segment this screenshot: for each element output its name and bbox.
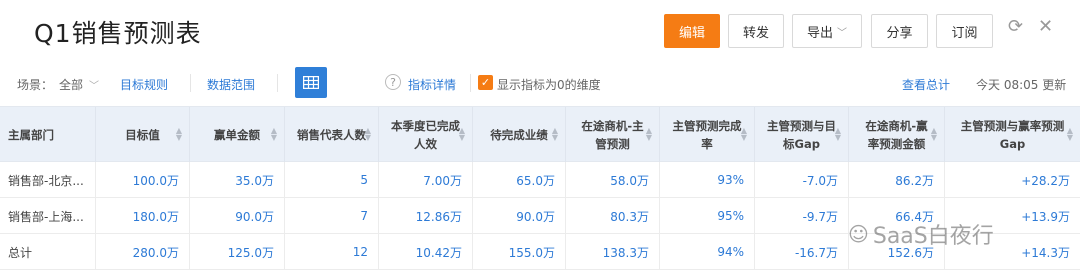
view-total-link[interactable]: 查看总计 (902, 76, 950, 93)
table-icon (303, 76, 319, 89)
table-cell[interactable]: 280.0万 (95, 234, 189, 270)
edit-button-label: 编辑 (678, 25, 705, 41)
column-header[interactable]: 目标值 ▲ ▼ (95, 107, 189, 163)
table-cell[interactable]: 销售部-北京... (0, 162, 95, 198)
column-header[interactable]: 主管预测完成率 ▲ ▼ (659, 107, 754, 163)
wechat-icon: ☺ (848, 222, 869, 246)
show-zero-label: 显示指标为0的维度 (497, 78, 601, 92)
column-header[interactable]: 主管预测与目标Gap ▲ ▼ (754, 107, 848, 163)
table-cell[interactable]: 95% (659, 198, 754, 234)
forward-button-label: 转发 (742, 25, 769, 41)
table-cell[interactable]: 86.2万 (848, 162, 944, 198)
table-row: 销售部-北京... 100.0万 35.0万 5 7.00万 65.0万 58.… (0, 162, 1080, 198)
divider (470, 74, 471, 92)
sort-icon[interactable]: ▲ ▼ (646, 127, 652, 142)
scene-value: 全部 (59, 78, 84, 92)
watermark-text: SaaS白夜行 (872, 224, 994, 249)
help-icon[interactable]: ? (385, 74, 401, 90)
indicator-detail-link[interactable]: 指标详情 (408, 76, 456, 93)
target-rules-link[interactable]: 目标规则 (120, 76, 168, 93)
column-header[interactable]: 主属部门 (0, 107, 95, 163)
sort-icon[interactable]: ▲ ▼ (271, 127, 277, 142)
table-cell[interactable]: 80.3万 (565, 198, 659, 234)
table-cell[interactable]: 93% (659, 162, 754, 198)
chevron-down-icon: ﹀ (89, 81, 100, 92)
table-cell[interactable]: +28.2万 (944, 162, 1080, 198)
table-cell[interactable]: 10.42万 (378, 234, 472, 270)
refresh-icon[interactable]: ⟳ (1008, 16, 1023, 38)
sort-icon[interactable]: ▲ ▼ (741, 127, 747, 142)
sort-icon[interactable]: ▲ ▼ (176, 127, 182, 142)
close-icon[interactable]: ✕ (1038, 16, 1053, 38)
column-header[interactable]: 主管预测与赢率预测Gap ▲ ▼ (944, 107, 1080, 163)
column-header[interactable]: 待完成业绩 ▲ ▼ (472, 107, 565, 163)
column-header[interactable]: 本季度已完成人效 ▲ ▼ (378, 107, 472, 163)
table-cell[interactable]: -16.7万 (754, 234, 848, 270)
scene-select[interactable]: 全部 ﹀ (59, 76, 99, 93)
table-header: 主属部门 目标值 ▲ ▼ 赢单金额 ▲ ▼ 销售代表人数 ▲ ▼ 本季度已完成人效 ▲ ▼ 待完… (0, 106, 1080, 163)
sort-icon[interactable]: ▲ ▼ (459, 127, 465, 142)
table-cell[interactable]: 100.0万 (95, 162, 189, 198)
table-cell[interactable]: -9.7万 (754, 198, 848, 234)
table-cell[interactable]: 12 (284, 234, 378, 270)
updated-time: 今天 08:05 更新 (976, 78, 1067, 92)
sort-icon[interactable]: ▲ ▼ (552, 127, 558, 142)
forward-button[interactable]: 转发 (728, 14, 784, 48)
table-cell[interactable]: 5 (284, 162, 378, 198)
table-cell[interactable]: 155.0万 (472, 234, 565, 270)
page-header: Q1销售预测表 编辑 转发 导出 ﹀ 分享 订阅 ⟳ ✕ (0, 0, 1080, 62)
table-cell[interactable]: 7.00万 (378, 162, 472, 198)
sort-icon[interactable]: ▲ ▼ (1067, 127, 1073, 142)
table-cell[interactable]: 销售部-上海... (0, 198, 95, 234)
share-button[interactable]: 分享 (871, 14, 928, 48)
table-cell[interactable]: 180.0万 (95, 198, 189, 234)
table-cell[interactable]: 94% (659, 234, 754, 270)
share-button-label: 分享 (886, 25, 913, 41)
column-header[interactable]: 在途商机-赢率预测金额 ▲ ▼ (848, 107, 944, 163)
table-cell[interactable]: 138.3万 (565, 234, 659, 270)
filter-toolbar: 场景： 全部 ﹀ 目标规则 数据范围 ? 指标详情 ✓ 显示指标为0的维度 查看总… (0, 64, 1080, 102)
divider (190, 74, 191, 92)
divider (277, 74, 278, 92)
show-zero-checkbox[interactable]: ✓ (478, 75, 493, 90)
watermark: ☺ SaaS白夜行 (848, 218, 994, 250)
subscribe-button[interactable]: 订阅 (936, 14, 993, 48)
subscribe-button-label: 订阅 (951, 25, 978, 41)
sort-icon[interactable]: ▲ ▼ (365, 127, 371, 142)
table-cell[interactable]: 35.0万 (189, 162, 284, 198)
scene-label: 场景： (17, 78, 54, 92)
table-cell[interactable]: 90.0万 (472, 198, 565, 234)
table-cell[interactable]: 125.0万 (189, 234, 284, 270)
edit-button[interactable]: 编辑 (664, 14, 720, 48)
sort-icon[interactable]: ▲ ▼ (931, 127, 937, 142)
export-button-label: 导出 (806, 25, 833, 41)
page-title: Q1销售预测表 (34, 19, 202, 48)
table-cell[interactable]: 7 (284, 198, 378, 234)
table-cell[interactable]: 58.0万 (565, 162, 659, 198)
table-cell[interactable]: 12.86万 (378, 198, 472, 234)
table-view-button[interactable] (295, 67, 327, 98)
table-cell[interactable]: -7.0万 (754, 162, 848, 198)
sort-icon[interactable]: ▲ ▼ (835, 127, 841, 142)
export-button[interactable]: 导出 ﹀ (792, 14, 862, 48)
column-header[interactable]: 赢单金额 ▲ ▼ (189, 107, 284, 163)
column-header[interactable]: 在途商机-主管预测 ▲ ▼ (565, 107, 659, 163)
column-header[interactable]: 销售代表人数 ▲ ▼ (284, 107, 378, 163)
data-range-link[interactable]: 数据范围 (207, 76, 255, 93)
table-cell: 总计 (8, 245, 33, 260)
table-cell[interactable]: 90.0万 (189, 198, 284, 234)
table-cell[interactable]: 65.0万 (472, 162, 565, 198)
chevron-down-icon: ﹀ (837, 27, 847, 39)
